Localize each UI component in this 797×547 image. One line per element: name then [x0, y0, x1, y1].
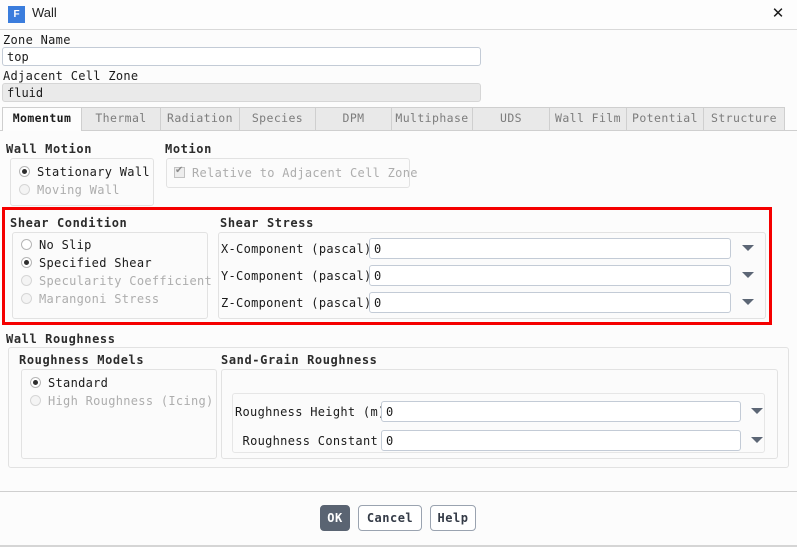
y-component-dropdown-icon[interactable]: [741, 268, 755, 282]
z-component-label: Z-Component (pascal): [221, 296, 372, 310]
roughness-constant-dropdown-icon[interactable]: [750, 433, 764, 447]
motion-group: Relative to Adjacent Cell Zone: [166, 158, 417, 188]
wall-motion-title: Wall Motion: [6, 142, 93, 156]
roughness-constant-input[interactable]: [381, 430, 741, 451]
radio-label: Specularity Coefficient: [39, 274, 213, 288]
y-component-input[interactable]: [369, 265, 731, 286]
tab-dpm[interactable]: DPM: [315, 107, 392, 130]
radio-indicator: [30, 395, 41, 406]
sand-grain-inner-panel: Roughness Height (m) Roughness Constant: [232, 393, 765, 453]
wall-roughness-title: Wall Roughness: [6, 332, 116, 346]
radio-indicator: [21, 293, 32, 304]
radio-label: Standard: [48, 376, 109, 390]
x-component-dropdown-icon[interactable]: [741, 241, 755, 255]
footer-separator: [0, 491, 797, 492]
zone-name-input[interactable]: [2, 47, 481, 66]
x-component-input[interactable]: [369, 238, 731, 259]
radio-stationary-wall[interactable]: Stationary Wall: [19, 165, 150, 179]
tab-species[interactable]: Species: [239, 107, 316, 130]
checkbox-relative-to-adjacent-cell-zone[interactable]: Relative to Adjacent Cell Zone: [174, 165, 418, 180]
radio-label: Stationary Wall: [37, 165, 150, 179]
cancel-button[interactable]: Cancel: [358, 505, 422, 531]
sand-grain-roughness-title: Sand-Grain Roughness: [221, 353, 378, 367]
tab-potential[interactable]: Potential: [626, 107, 704, 130]
ok-button[interactable]: OK: [320, 505, 350, 531]
shear-stress-group: X-Component (pascal) Y-Component (pascal…: [218, 232, 766, 319]
zone-name-label: Zone Name: [3, 33, 71, 47]
radio-label: Moving Wall: [37, 183, 120, 197]
adjacent-cell-zone-input: [2, 83, 481, 102]
roughness-height-label: Roughness Height (m): [235, 405, 386, 419]
radio-specularity-coefficient[interactable]: Specularity Coefficient: [21, 274, 212, 288]
tab-uds[interactable]: UDS: [472, 107, 550, 130]
check-indicator: [174, 165, 185, 178]
adjacent-cell-zone-label: Adjacent Cell Zone: [3, 69, 139, 83]
title-bar: F Wall ✕: [0, 0, 797, 30]
radio-indicator: [21, 275, 32, 286]
close-icon[interactable]: ✕: [767, 4, 789, 24]
roughness-models-group: Standard High Roughness (Icing): [21, 369, 217, 459]
checkbox-label: Relative to Adjacent Cell Zone: [192, 166, 418, 180]
shear-condition-title: Shear Condition: [10, 216, 128, 230]
tab-thermal[interactable]: Thermal: [81, 107, 161, 130]
y-component-label: Y-Component (pascal): [221, 269, 372, 283]
wall-roughness-group: Roughness Models Standard High Roughness…: [8, 347, 789, 468]
radio-marangoni-stress[interactable]: Marangoni Stress: [21, 292, 159, 306]
sand-grain-roughness-group: Roughness Height (m) Roughness Constant: [221, 369, 778, 459]
shear-stress-title: Shear Stress: [220, 216, 314, 230]
radio-indicator: [30, 377, 41, 388]
tab-radiation[interactable]: Radiation: [160, 107, 240, 130]
radio-label: Marangoni Stress: [39, 292, 160, 306]
tab-structure[interactable]: Structure: [703, 107, 785, 130]
radio-no-slip[interactable]: No Slip: [21, 238, 92, 252]
z-component-dropdown-icon[interactable]: [741, 295, 755, 309]
radio-indicator: [21, 257, 32, 268]
radio-label: No Slip: [39, 238, 92, 252]
tab-multiphase[interactable]: Multiphase: [391, 107, 473, 130]
x-component-label: X-Component (pascal): [221, 242, 372, 256]
radio-indicator: [19, 166, 30, 177]
wall-motion-group: Stationary Wall Moving Wall: [10, 158, 154, 206]
radio-indicator: [21, 239, 32, 250]
roughness-constant-label: Roughness Constant: [242, 434, 378, 448]
roughness-height-input[interactable]: [381, 401, 741, 422]
tab-underline: [0, 130, 797, 131]
tab-wall-film[interactable]: Wall Film: [549, 107, 627, 130]
radio-indicator: [19, 184, 30, 195]
radio-standard[interactable]: Standard: [30, 376, 108, 390]
z-component-input[interactable]: [369, 292, 731, 313]
tab-momentum[interactable]: Momentum: [2, 107, 82, 131]
radio-moving-wall[interactable]: Moving Wall: [19, 183, 120, 197]
tab-bar: Momentum Thermal Radiation Species DPM Multip…: [0, 107, 797, 131]
roughness-models-title: Roughness Models: [19, 353, 145, 367]
radio-label: Specified Shear: [39, 256, 152, 270]
help-button[interactable]: Help: [430, 505, 476, 531]
fluent-f-icon: F: [8, 6, 25, 23]
radio-label: High Roughness (Icing): [48, 394, 214, 408]
window-title: Wall: [32, 5, 57, 20]
roughness-height-dropdown-icon[interactable]: [750, 404, 764, 418]
radio-specified-shear[interactable]: Specified Shear: [21, 256, 152, 270]
radio-high-roughness-icing[interactable]: High Roughness (Icing): [30, 394, 214, 408]
motion-title: Motion: [165, 142, 212, 156]
shear-condition-group: No Slip Specified Shear Specularity Coef…: [12, 232, 212, 319]
